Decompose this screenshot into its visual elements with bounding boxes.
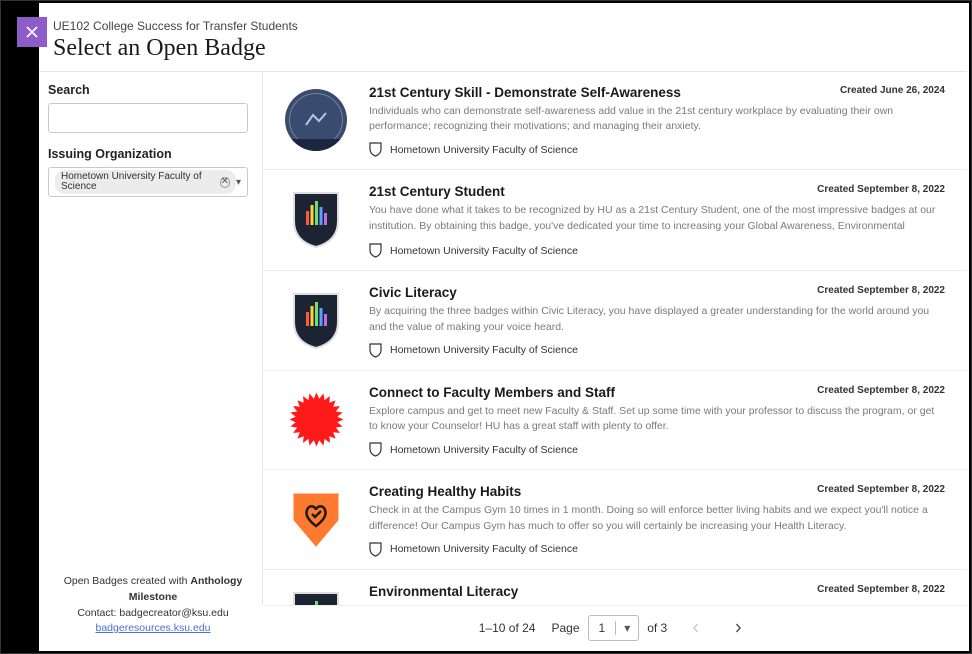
badge-created-date: Created September 8, 2022 xyxy=(817,584,945,595)
org-select[interactable]: Hometown University Faculty of Science ✕… xyxy=(48,167,248,197)
current-page: 1 xyxy=(589,621,616,635)
pagination-range: 1–10 of 24 xyxy=(479,621,536,635)
shield-icon xyxy=(369,142,382,157)
badge-title: Civic Literacy xyxy=(369,285,457,300)
page-label: Page xyxy=(551,621,579,635)
chip-remove-icon[interactable]: ✕ xyxy=(220,177,230,188)
total-pages: of 3 xyxy=(647,621,667,635)
badge-image xyxy=(281,484,351,554)
chevron-down-icon: ▾ xyxy=(236,177,241,188)
shield-icon xyxy=(369,343,382,358)
badge-title: Creating Healthy Habits xyxy=(369,484,521,499)
badge-created-date: Created September 8, 2022 xyxy=(817,385,945,396)
badge-row[interactable]: Creating Healthy Habits Created Septembe… xyxy=(263,470,967,569)
left-footer: Open Badges created with Anthology Miles… xyxy=(48,574,258,637)
badge-title: Connect to Faculty Members and Staff xyxy=(369,385,615,400)
badge-image xyxy=(281,85,351,155)
pagination: 1–10 of 24 Page 1 ▾ of 3 xyxy=(263,605,967,649)
badge-org: Hometown University Faculty of Science xyxy=(369,142,945,157)
next-page-button[interactable] xyxy=(725,615,751,641)
badge-row[interactable]: 21st Century Student Created September 8… xyxy=(263,170,967,271)
badge-org: Hometown University Faculty of Science xyxy=(369,343,945,358)
shield-icon xyxy=(369,542,382,557)
badge-org: Hometown University Faculty of Science xyxy=(369,542,945,557)
badge-image xyxy=(281,584,351,605)
breadcrumb: UE102 College Success for Transfer Stude… xyxy=(53,19,955,33)
badge-description: You have done what it takes to be recogn… xyxy=(369,203,945,235)
badge-created-date: Created September 8, 2022 xyxy=(817,285,945,296)
badge-description: Individuals who can demonstrate self-awa… xyxy=(369,104,945,134)
badge-description: Check in at the Campus Gym 10 times in 1… xyxy=(369,503,945,533)
badge-list: 21st Century Skill - Demonstrate Self-Aw… xyxy=(263,71,967,605)
badge-image xyxy=(281,385,351,455)
badge-title: 21st Century Student xyxy=(369,184,505,199)
badge-description: By acquiring the three badges within Civ… xyxy=(369,304,945,334)
shield-icon xyxy=(369,442,382,457)
badge-row[interactable]: 21st Century Skill - Demonstrate Self-Aw… xyxy=(263,71,967,170)
chevron-down-icon: ▾ xyxy=(615,621,638,635)
badge-image xyxy=(281,285,351,355)
badge-title: Environmental Literacy xyxy=(369,584,518,599)
search-label: Search xyxy=(48,83,258,97)
org-chip-label: Hometown University Faculty of Science xyxy=(61,172,216,192)
footer-contact: Contact: badgecreator@ksu.edu xyxy=(48,606,258,622)
app-left-strip xyxy=(3,3,39,651)
badge-created-date: Created September 8, 2022 xyxy=(817,484,945,495)
search-input[interactable] xyxy=(48,103,248,133)
page-title: Select an Open Badge xyxy=(53,35,955,62)
page-select[interactable]: 1 ▾ xyxy=(588,615,640,641)
chevron-right-icon xyxy=(733,623,743,633)
badge-row[interactable]: Environmental Literacy Created September… xyxy=(263,570,967,605)
footer-link[interactable]: badgeresources.ksu.edu xyxy=(96,622,211,634)
badge-image xyxy=(281,184,351,254)
badge-org: Hometown University Faculty of Science xyxy=(369,243,945,258)
badge-org: Hometown University Faculty of Science xyxy=(369,442,945,457)
badge-created-date: Created September 8, 2022 xyxy=(817,184,945,195)
shield-icon xyxy=(369,243,382,258)
badge-created-date: Created June 26, 2024 xyxy=(840,85,945,96)
org-chip[interactable]: Hometown University Faculty of Science ✕ xyxy=(55,170,236,194)
close-icon xyxy=(24,24,40,40)
badge-row[interactable]: Connect to Faculty Members and Staff Cre… xyxy=(263,371,967,470)
prev-page-button[interactable] xyxy=(683,615,709,641)
badge-row[interactable]: Civic Literacy Created September 8, 2022… xyxy=(263,271,967,370)
chevron-left-icon xyxy=(691,623,701,633)
footer-text: Open Badges created with xyxy=(64,575,191,587)
badge-description: Explore campus and get to meet new Facul… xyxy=(369,404,945,434)
badge-title: 21st Century Skill - Demonstrate Self-Aw… xyxy=(369,85,681,100)
close-button[interactable] xyxy=(17,17,47,47)
org-label: Issuing Organization xyxy=(48,147,258,161)
